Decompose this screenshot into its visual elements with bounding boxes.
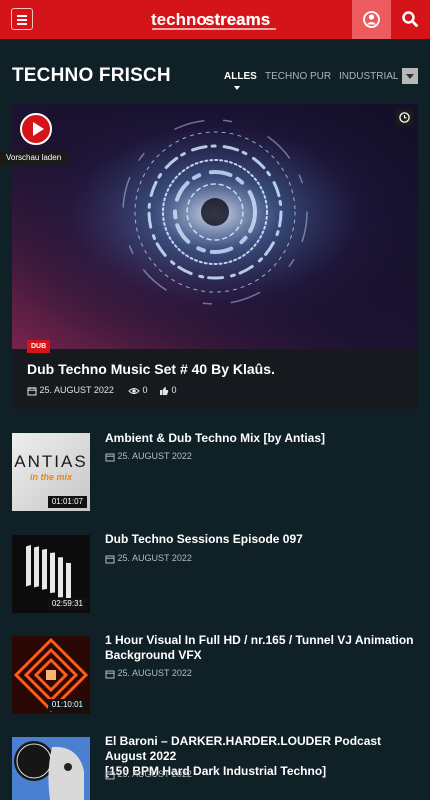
watch-later-button[interactable] [396, 109, 413, 126]
active-tab-indicator [234, 86, 240, 90]
thumbnail-image [12, 737, 90, 800]
thumbnail-subtitle-text: in the mix [29, 472, 72, 482]
video-title[interactable]: 1 Hour Visual In Full HD / nr.165 / Tunn… [105, 633, 418, 663]
play-button[interactable] [20, 113, 52, 145]
section-title: TECHNO FRISCH [12, 65, 171, 86]
video-title-line: 1 Hour Visual In Full HD / nr.165 / Tunn… [105, 633, 414, 647]
video-title-line: Background VFX [105, 648, 202, 662]
video-title[interactable]: Ambient & Dub Techno Mix [by Antias] [105, 431, 418, 446]
video-thumbnail[interactable]: 01:10:01 [12, 636, 90, 714]
video-date: 25. AUGUST 2022 [105, 451, 192, 462]
user-account-button[interactable] [352, 0, 391, 39]
video-date: 25. AUGUST 2022 [105, 553, 192, 564]
video-thumbnail[interactable]: 02:59:31 [12, 535, 90, 613]
more-tabs-dropdown[interactable] [402, 68, 418, 84]
video-duration: 01:10:01 [47, 699, 87, 711]
menu-icon [17, 15, 27, 17]
tab-techno-pur[interactable]: TECHNO PUR [265, 71, 331, 82]
calendar-icon [105, 670, 115, 679]
video-duration: 01:01:07 [47, 496, 87, 508]
video-thumbnail[interactable] [12, 737, 90, 800]
search-button[interactable] [391, 0, 430, 39]
calendar-icon [27, 386, 37, 396]
category-badge[interactable]: DUB [27, 340, 51, 353]
featured-date: 25. AUGUST 2022 [27, 385, 114, 396]
tab-alles[interactable]: ALLES [224, 71, 257, 82]
featured-info-panel [12, 349, 418, 409]
featured-likes: 0 [159, 385, 177, 396]
video-date-text: 25. AUGUST 2022 [117, 668, 192, 678]
video-date-text: 25. AUGUST 2022 [117, 451, 192, 461]
featured-likes-count: 0 [171, 385, 177, 395]
logo-text-streams: streams [205, 10, 270, 29]
thumbnail-artist-text: ANTIAS [14, 452, 88, 471]
menu-button[interactable] [11, 8, 33, 30]
calendar-icon [105, 771, 115, 780]
calendar-icon [105, 555, 115, 564]
top-bar: techno streams [0, 0, 430, 39]
featured-title[interactable]: Dub Techno Music Set # 40 By Klaûs. [27, 361, 275, 377]
video-title[interactable]: Dub Techno Sessions Episode 097 [105, 532, 418, 547]
menu-icon-line [17, 19, 27, 21]
featured-thumbnail [12, 104, 418, 349]
user-icon [363, 11, 380, 28]
tab-industrial[interactable]: INDUSTRIAL [339, 71, 398, 82]
thumbs-up-icon [160, 386, 169, 395]
logo-text-techno: techno [151, 10, 207, 29]
eye-icon [128, 387, 140, 394]
video-date: 25. AUGUST 2022 [105, 668, 192, 679]
menu-icon-line [17, 23, 27, 25]
preview-load-label[interactable]: Vorschau laden [0, 151, 68, 165]
featured-date-text: 25. AUGUST 2022 [39, 385, 114, 395]
video-date: 25. AUGUST 2022 [105, 769, 192, 780]
site-logo[interactable]: techno streams [150, 6, 280, 32]
featured-views: 0 [128, 385, 148, 396]
featured-views-count: 0 [142, 385, 148, 395]
video-date-text: 25. AUGUST 2022 [117, 769, 192, 779]
calendar-icon [105, 453, 115, 462]
video-title-line: El Baroni – DARKER.HARDER.LOUDER Podcast… [105, 734, 382, 763]
video-duration: 02:59:31 [47, 598, 87, 610]
search-icon [402, 11, 418, 27]
video-thumbnail[interactable]: ANTIAS in the mix 01:01:07 [12, 433, 90, 511]
video-date-text: 25. AUGUST 2022 [117, 553, 192, 563]
clock-icon [399, 112, 410, 123]
